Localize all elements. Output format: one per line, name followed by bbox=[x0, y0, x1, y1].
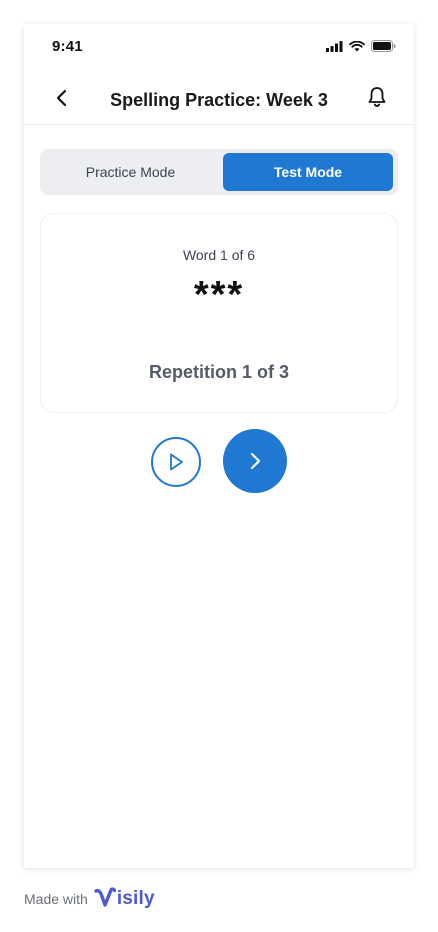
brand-name: isily bbox=[116, 888, 155, 909]
word-progress: Word 1 of 6 bbox=[182, 247, 256, 263]
battery-icon bbox=[371, 40, 396, 52]
word-card: Word 1 of 6 *** Repetition 1 of 3 bbox=[40, 213, 398, 413]
bell-icon bbox=[368, 87, 386, 107]
tab-practice-mode[interactable]: Practice Mode bbox=[44, 153, 217, 191]
play-audio-button[interactable] bbox=[151, 437, 201, 487]
play-icon bbox=[170, 453, 183, 471]
wifi-icon bbox=[349, 40, 365, 51]
signal-icon bbox=[326, 40, 343, 52]
notifications-button[interactable] bbox=[364, 84, 390, 110]
status-bar: 9:41 bbox=[24, 24, 414, 68]
made-with-label: Made with bbox=[24, 891, 88, 907]
visily-logo-icon bbox=[94, 887, 116, 907]
phone-frame: 9:41 Spelling Practice: Week 3 Practice … bbox=[24, 24, 414, 868]
status-icons bbox=[326, 40, 396, 52]
brand-logo[interactable]: isily bbox=[94, 887, 155, 911]
mode-toggle: Practice Mode Test Mode bbox=[40, 149, 398, 195]
page-title: Spelling Practice: Week 3 bbox=[110, 90, 328, 110]
chevron-right-icon bbox=[250, 452, 261, 470]
footer: Made with isily bbox=[24, 884, 155, 914]
status-time: 9:41 bbox=[52, 38, 83, 55]
header: Spelling Practice: Week 3 bbox=[24, 76, 414, 125]
repetition-counter: Repetition 1 of 3 bbox=[148, 362, 289, 382]
tab-test-mode[interactable]: Test Mode bbox=[223, 153, 393, 191]
next-button[interactable] bbox=[223, 429, 287, 493]
masked-word: *** bbox=[193, 274, 245, 316]
